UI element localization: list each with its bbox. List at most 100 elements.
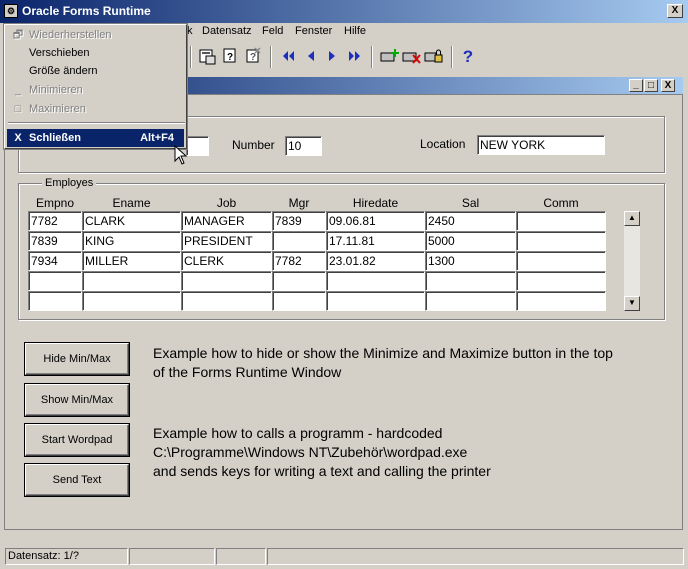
emp-cell-mgr[interactable]: 7839 [272,211,326,231]
emp-cell-comm[interactable] [516,251,606,271]
col-comm: Comm [543,196,579,210]
emp-cell-hiredate[interactable]: 17.11.81 [326,231,425,251]
emp-cell-comm[interactable] [516,231,606,251]
first-record-icon[interactable] [279,47,299,67]
menu-close[interactable]: X Schließen Alt+F4 [7,129,184,147]
employes-scrollbar[interactable]: ▲ ▼ [624,211,640,311]
svg-text:?: ? [227,52,233,63]
emp-cell-ename[interactable]: MILLER [82,251,181,271]
emp-cell-mgr[interactable]: 7782 [272,251,326,271]
emp-cell-job[interactable] [181,291,272,311]
emp-cell-ename[interactable]: CLARK [82,211,181,231]
menu-restore-label: Wiederherstellen [29,29,112,41]
status-panel [129,548,215,565]
emp-cell-ename[interactable] [82,271,181,291]
prev-record-icon[interactable] [301,47,321,67]
emp-cell-comm[interactable] [516,211,606,231]
col-mgr: Mgr [288,196,310,210]
wordpad-description-line: C:\Programme\Windows NT\Zubehör\wordpad.… [153,444,468,460]
location-field[interactable]: NEW YORK [477,135,605,155]
number-label: Number [232,138,275,152]
form-close-button[interactable]: X [661,79,675,92]
menu-minimize-label: Minimieren [29,84,83,96]
emp-cell-hiredate[interactable] [326,271,425,291]
number-field[interactable]: 10 [285,136,322,156]
menu-feld[interactable]: Feld [262,25,283,37]
menu-maximize[interactable]: □ Maximieren [7,100,184,118]
col-hiredate: Hiredate [352,196,399,210]
insert-record-icon[interactable] [380,47,400,67]
status-panel [267,548,684,565]
location-label: Location [420,137,466,151]
col-ename: Ename [112,196,151,210]
menu-separator [8,122,185,124]
mouse-cursor-icon [174,145,188,165]
emp-cell-hiredate[interactable] [326,291,425,311]
menu-datensatz[interactable]: Datensatz [202,25,252,37]
wordpad-description-line: and sends keys for writing a text and ca… [153,463,491,479]
menu-resize-label: Größe ändern [29,65,98,77]
emp-cell-ename[interactable]: KING [82,231,181,251]
send-text-button[interactable]: Send Text [25,464,129,496]
minmax-description-line: Example how to hide or show the Minimize… [153,345,613,361]
col-sal: Sal [461,196,480,210]
hide-minmax-button[interactable]: Hide Min/Max [25,343,129,375]
form-maximize-button[interactable]: □ [644,79,658,92]
toolbar-separator [190,46,192,68]
maximize-icon: □ [14,103,22,115]
scroll-down-icon[interactable]: ▼ [624,296,640,311]
help-icon[interactable]: ? [458,47,478,67]
next-record-icon[interactable] [322,47,342,67]
emp-cell-job[interactable] [181,271,272,291]
emp-cell-comm[interactable] [516,291,606,311]
emp-cell-empno[interactable]: 7839 [28,231,82,251]
emp-cell-mgr[interactable] [272,231,326,251]
menu-maximize-label: Maximieren [29,103,86,115]
emp-cell-empno[interactable] [28,271,82,291]
emp-cell-empno[interactable]: 7934 [28,251,82,271]
emp-cell-empno[interactable]: 7782 [28,211,82,231]
menu-resize[interactable]: Größe ändern [7,62,184,80]
status-panel [216,548,266,565]
svg-text:?: ? [250,52,256,63]
emp-cell-empno[interactable] [28,291,82,311]
emp-cell-sal[interactable] [425,291,516,311]
emp-cell-hiredate[interactable]: 23.01.82 [326,251,425,271]
lock-record-icon[interactable] [424,47,444,67]
emp-cell-job[interactable]: MANAGER [181,211,272,231]
menu-fenster[interactable]: Fenster [295,25,332,37]
dept-name-field-partial[interactable] [186,136,209,156]
menu-partial[interactable]: k [187,25,193,37]
form-minimize-button[interactable]: _ [629,79,643,92]
col-job: Job [216,196,237,210]
menu-restore[interactable]: 🗗 Wiederherstellen [7,26,184,44]
scroll-up-icon[interactable]: ▲ [624,211,640,226]
emp-cell-ename[interactable] [82,291,181,311]
wordpad-description: Example how to calls a programm - hardco… [153,424,491,481]
cancel-query-icon[interactable]: ? [243,47,263,67]
emp-cell-comm[interactable] [516,271,606,291]
last-record-icon[interactable] [344,47,364,67]
oracle-app-icon[interactable]: ⚙ [4,4,18,18]
window-title-bar[interactable]: ⚙ Oracle Forms Runtime X [0,0,688,23]
window-close-button[interactable]: X [667,4,683,18]
emp-cell-sal[interactable]: 5000 [425,231,516,251]
menu-move[interactable]: Verschieben [7,44,184,62]
emp-cell-sal[interactable]: 2450 [425,211,516,231]
emp-cell-mgr[interactable] [272,291,326,311]
start-wordpad-button[interactable]: Start Wordpad [25,424,129,456]
emp-cell-job[interactable]: CLERK [181,251,272,271]
menu-minimize[interactable]: _ Minimieren [7,81,184,99]
query-icon[interactable]: ? [220,47,240,67]
emp-cell-mgr[interactable] [272,271,326,291]
emp-cell-job[interactable]: PRESIDENT [181,231,272,251]
delete-record-icon[interactable] [402,47,422,67]
show-minmax-button[interactable]: Show Min/Max [25,384,129,416]
emp-cell-sal[interactable]: 1300 [425,251,516,271]
menu-hilfe[interactable]: Hilfe [344,25,366,37]
status-record: Datensatz: 1/? [5,548,128,565]
emp-cell-sal[interactable] [425,271,516,291]
clear-icon[interactable] [197,47,217,67]
emp-cell-hiredate[interactable]: 09.06.81 [326,211,425,231]
minimize-icon: _ [14,84,22,96]
